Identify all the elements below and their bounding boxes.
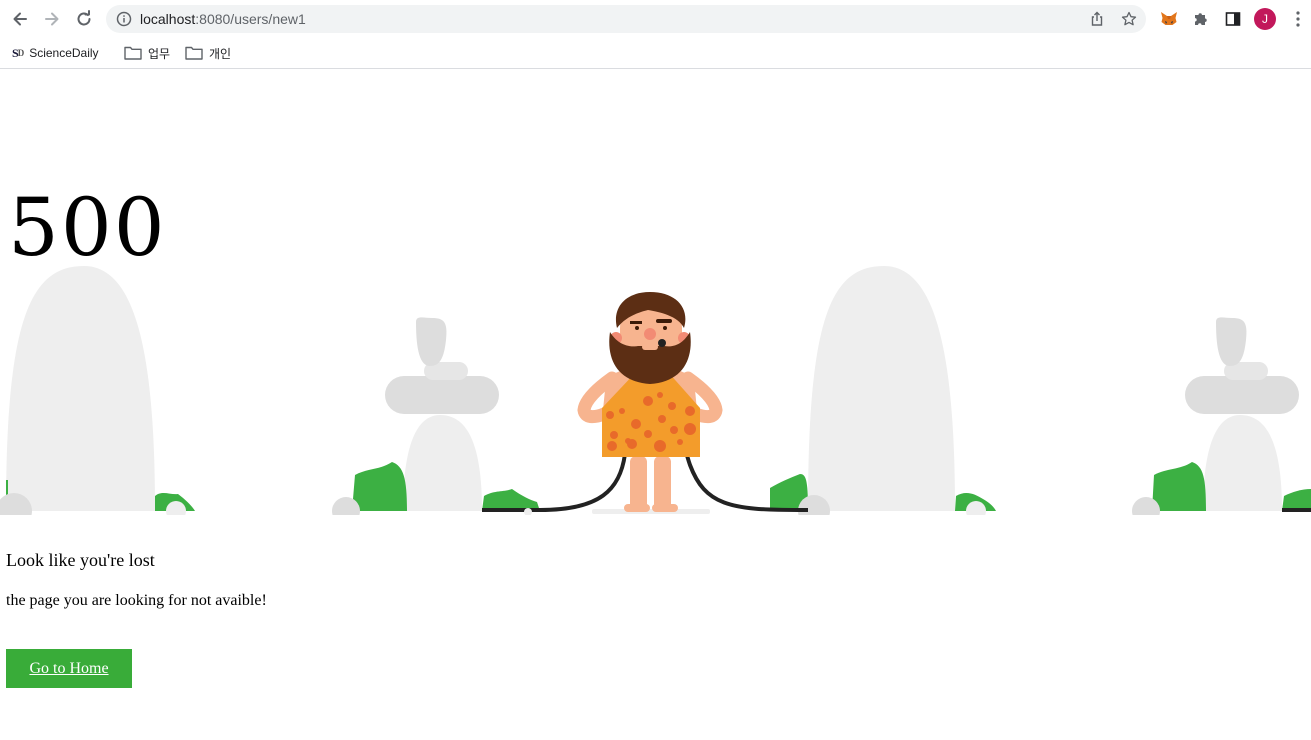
- bush: [1282, 489, 1311, 511]
- bookmark-sciencedaily[interactable]: SD ScienceDaily: [12, 42, 99, 64]
- bush: [1152, 462, 1206, 511]
- url-text[interactable]: localhost:8080/users/new1: [140, 11, 306, 27]
- reload-button[interactable]: [72, 7, 96, 31]
- info-icon[interactable]: [116, 11, 132, 27]
- not-found-message: the page you are looking for not avaible…: [6, 592, 267, 609]
- go-to-home-button[interactable]: Go to Home: [6, 649, 132, 688]
- bookmark-folder-work[interactable]: 업무: [124, 42, 170, 64]
- url-path: :8080/users/new1: [195, 11, 306, 27]
- bush: [482, 489, 540, 511]
- stone-stack-right: [1203, 415, 1282, 511]
- url-host: localhost: [140, 11, 196, 27]
- bookmarks-bar: SD ScienceDaily 업무 개인: [0, 38, 1311, 69]
- extensions-button[interactable]: [1190, 8, 1212, 30]
- star-icon[interactable]: [1121, 11, 1137, 27]
- bookmark-label: 개인: [209, 46, 232, 61]
- metamask-extension[interactable]: [1158, 8, 1180, 30]
- forward-icon: [45, 12, 59, 26]
- bush: [352, 462, 407, 511]
- reload-icon: [77, 10, 91, 26]
- menu-icon[interactable]: [1290, 10, 1306, 28]
- sciencedaily-icon: SD: [12, 45, 24, 60]
- back-button[interactable]: [8, 7, 32, 31]
- side-panel-icon: [1225, 12, 1241, 26]
- bookmark-folder-personal[interactable]: 개인: [185, 42, 231, 64]
- bookmark-label: ScienceDaily: [29, 46, 99, 60]
- error-code: 500: [8, 181, 167, 274]
- metamask-icon: [1161, 12, 1177, 25]
- stone-stack-left: [403, 415, 482, 511]
- caveman-illustration: [0, 266, 1311, 515]
- folder-icon: [185, 46, 203, 60]
- profile-avatar[interactable]: J: [1254, 8, 1276, 30]
- tall-rock-right: [808, 266, 955, 511]
- bookmark-label: 업무: [148, 46, 171, 61]
- browser-toolbar: localhost:8080/users/new1 J: [0, 0, 1311, 38]
- back-icon: [13, 12, 27, 26]
- address-bar[interactable]: localhost:8080/users/new1: [106, 5, 1146, 33]
- folder-icon: [124, 46, 142, 60]
- lost-heading: Look like you're lost: [6, 550, 155, 570]
- share-icon[interactable]: [1089, 11, 1105, 27]
- side-panel-button[interactable]: [1222, 8, 1244, 30]
- forward-button[interactable]: [40, 7, 64, 31]
- tall-rock-left: [6, 266, 155, 511]
- extensions-icon: [1195, 13, 1207, 25]
